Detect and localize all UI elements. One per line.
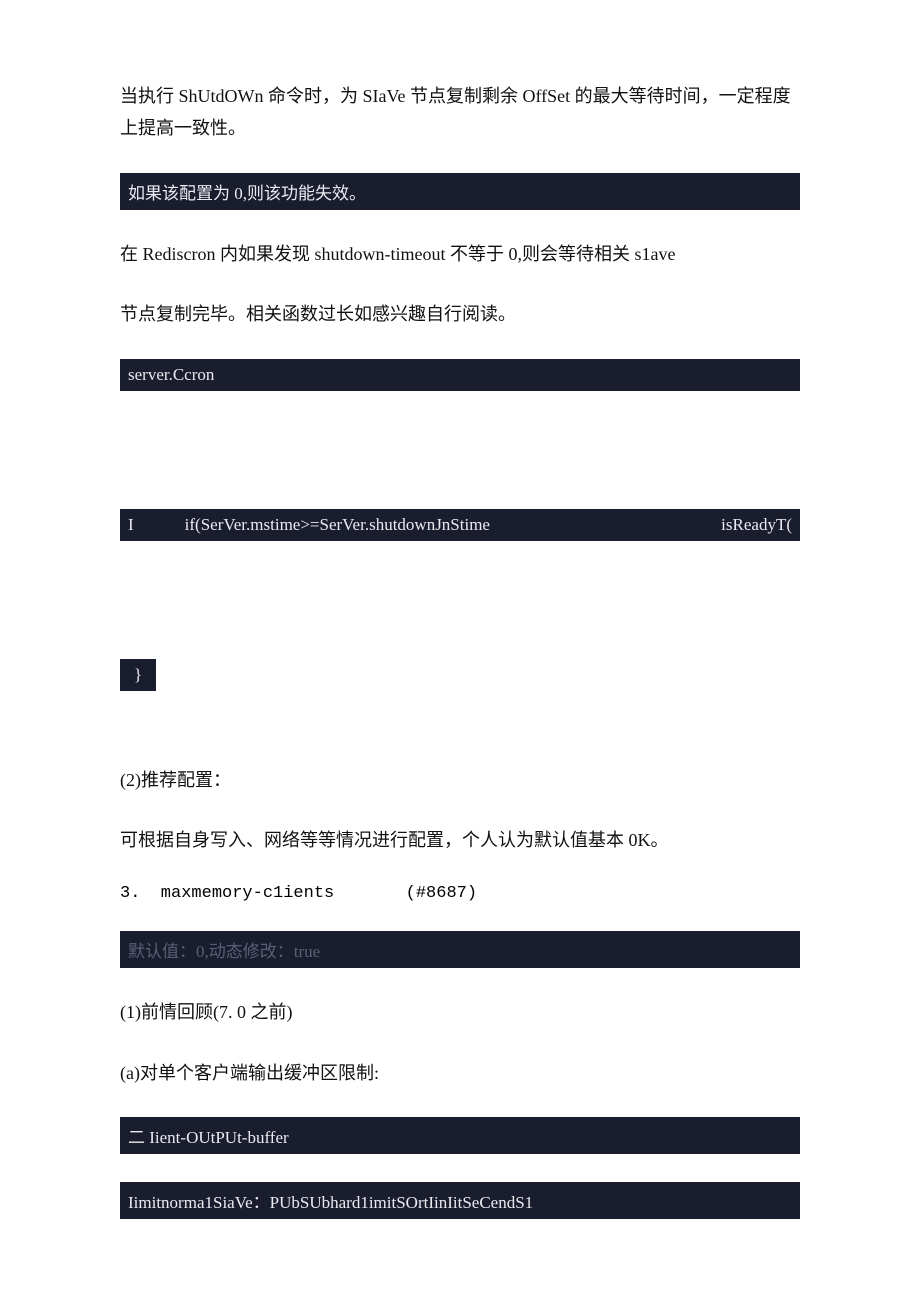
code-bar-limit-normal: Iimitnorma1SiaVe：PUbSUbhard1imitSOrtIinI… bbox=[120, 1182, 800, 1219]
paragraph: 在 Rediscron 内如果发现 shutdown-timeout 不等于 0… bbox=[120, 238, 800, 270]
paragraph: 当执行 ShUtdOWn 命令时，为 SIaVe 节点复制剩余 OffSet 的… bbox=[120, 80, 800, 145]
mono-line-maxmemory: 3. maxmemory-c1ients (#8687) bbox=[120, 884, 800, 903]
code-bar-client-output-buffer: 二 Iient-OUtPUt-buffer bbox=[120, 1117, 800, 1154]
document-page: 当执行 ShUtdOWn 命令时，为 SIaVe 节点复制剩余 OffSet 的… bbox=[0, 0, 920, 1307]
paragraph: (1)前情回顾(7. 0 之前) bbox=[120, 996, 800, 1028]
code-bar-if-condition: I if(SerVer.mstime>=SerVer.shutdownJnSti… bbox=[120, 509, 800, 541]
code-bar-config-zero: 如果该配置为 0,则该功能失效。 bbox=[120, 173, 800, 210]
code-bar-default-value: 默认值：0,动态修改：true bbox=[120, 931, 800, 968]
code-bar-server-ccron: server.Ccron bbox=[120, 359, 800, 391]
code-bar-closing-brace: } bbox=[120, 659, 156, 691]
spacer bbox=[120, 724, 800, 764]
paragraph: (a)对单个客户端输出缓冲区限制: bbox=[120, 1057, 800, 1089]
code-fragment-right: isReadyT( bbox=[721, 515, 792, 535]
paragraph: (2)推荐配置： bbox=[120, 764, 800, 796]
spacer bbox=[120, 569, 800, 659]
paragraph: 可根据自身写入、网络等等情况进行配置，个人认为默认值基本 0K。 bbox=[120, 824, 800, 856]
code-fragment-left: I if(SerVer.mstime>=SerVer.shutdownJnSti… bbox=[128, 515, 490, 535]
paragraph: 节点复制完毕。相关函数过长如感兴趣自行阅读。 bbox=[120, 298, 800, 330]
spacer bbox=[120, 419, 800, 509]
